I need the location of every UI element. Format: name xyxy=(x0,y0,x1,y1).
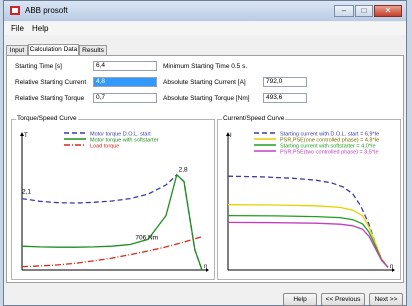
y-axis-label: I xyxy=(230,133,232,139)
series-line xyxy=(21,173,203,271)
current-speed-group: Current/Speed Curve n I Starting current w… xyxy=(217,115,401,280)
tab-calculation-data[interactable]: Calculation Data xyxy=(28,44,79,55)
previous-button[interactable]: << Previous xyxy=(321,293,365,306)
tab-results[interactable]: Results xyxy=(79,45,107,55)
title-bar: ABB prosoft – □ ✕ xyxy=(4,1,406,21)
chart-annotation: 2,1 xyxy=(22,189,31,196)
min-starting-time-label: Minimum Starting Time 0.5 s. xyxy=(163,63,248,70)
chart-annotation: 2,8 xyxy=(179,166,188,173)
current-speed-group-title: Current/Speed Curve xyxy=(222,115,286,122)
relative-current-field[interactable]: 4,8 xyxy=(93,77,157,87)
absolute-torque-label: Absolute Starting Torque [Nm] xyxy=(163,95,250,102)
menu-help[interactable]: Help xyxy=(32,24,48,33)
maximize-button[interactable]: □ xyxy=(355,5,373,17)
y-axis-label: T xyxy=(24,133,28,139)
relative-current-label: Relative Starting Current xyxy=(15,79,87,86)
legend-entry: PSR,PSE(two controlled phase) = 3,5*Ie xyxy=(280,150,379,156)
absolute-current-field[interactable]: 792,0 xyxy=(263,77,307,87)
torque-speed-chart: nT Motor torque D.O.L. startMotor torque … xyxy=(20,132,209,272)
abb-logo-icon xyxy=(10,6,20,15)
series-line xyxy=(21,173,203,271)
relative-torque-label: Relative Starting Torque xyxy=(15,95,85,102)
starting-time-field[interactable]: 6,4 xyxy=(93,61,157,71)
menu-bar: File Help xyxy=(4,22,406,35)
current-speed-chart: nI Starting current with D.O.L. start = 6… xyxy=(226,132,395,272)
menu-file[interactable]: File xyxy=(11,24,24,33)
tab-strip: Input Calculation Data Results xyxy=(4,44,406,55)
calculation-data-panel: Starting Time [s] 6,4 Relative Starting … xyxy=(6,55,404,283)
minimize-button[interactable]: – xyxy=(334,5,354,17)
series-line xyxy=(227,175,389,268)
relative-torque-field[interactable]: 0,7 xyxy=(93,93,157,103)
starting-time-label: Starting Time [s] xyxy=(15,63,62,70)
x-axis-label: n xyxy=(204,264,207,270)
close-button[interactable]: ✕ xyxy=(374,5,402,17)
help-button[interactable]: Help xyxy=(283,293,317,306)
window-title: ABB prosoft xyxy=(25,6,68,15)
torque-speed-group-title: Torque/Speed Curve xyxy=(16,115,78,122)
torque-speed-group: Torque/Speed Curve n T Motor torque D.O.L.… xyxy=(11,115,215,280)
app-window: ABB prosoft – □ ✕ File Help Input Calcul… xyxy=(3,0,407,306)
absolute-torque-field[interactable]: 493,6 xyxy=(263,93,307,103)
legend-entry: Load torque xyxy=(90,144,119,150)
series-line xyxy=(21,236,203,268)
absolute-current-label: Absolute Starting Current [A] xyxy=(163,79,246,86)
tab-input[interactable]: Input xyxy=(6,45,28,55)
series-line xyxy=(227,204,389,268)
x-axis-label: n xyxy=(390,264,393,270)
chart-annotation: 706 Nm xyxy=(135,234,158,241)
series-line xyxy=(227,221,389,268)
next-button[interactable]: Next >> xyxy=(369,293,403,306)
